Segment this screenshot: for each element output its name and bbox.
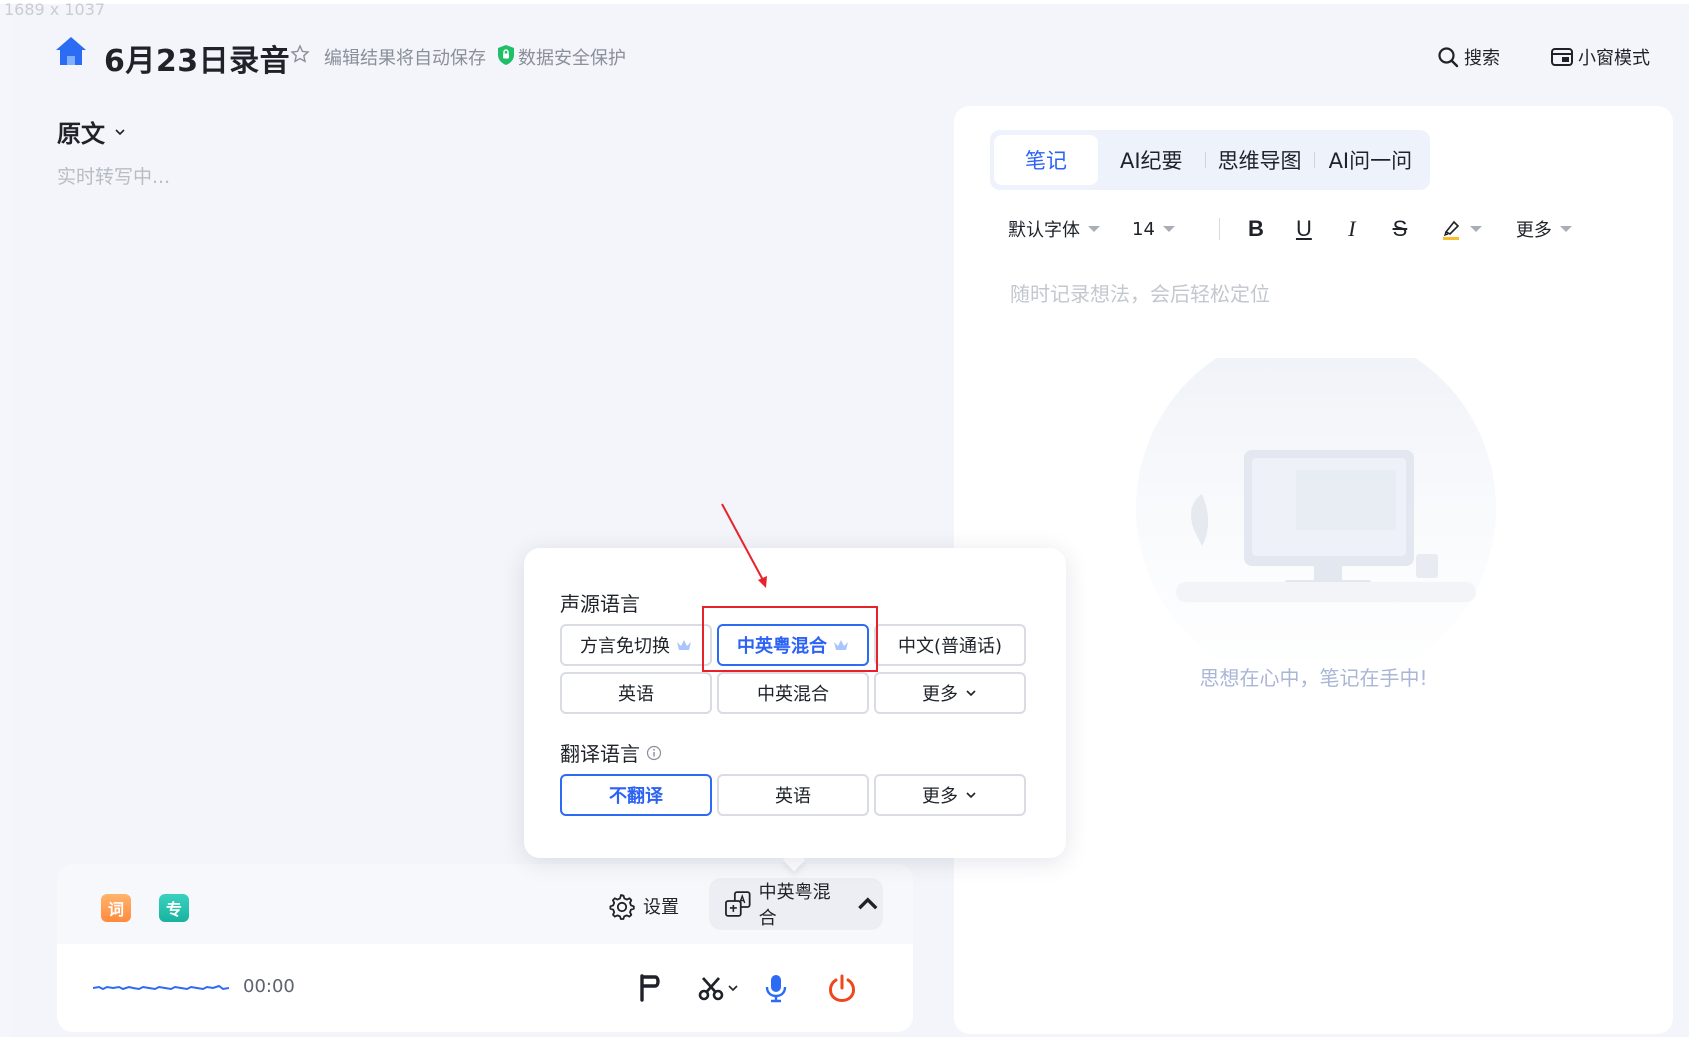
- source-language-label: 声源语言: [560, 592, 640, 616]
- autosave-text: 编辑结果将自动保存: [324, 48, 486, 69]
- font-size-select[interactable]: 14: [1132, 219, 1175, 240]
- microphone-icon: [765, 975, 787, 1003]
- stop-recording-button[interactable]: [827, 972, 857, 1004]
- option-label: 英语: [618, 684, 654, 705]
- strikethrough-button[interactable]: S: [1388, 216, 1412, 241]
- mini-window-button[interactable]: 小窗模式: [1550, 44, 1650, 70]
- font-family-value: 默认字体: [1008, 220, 1080, 241]
- power-icon: [828, 974, 856, 1003]
- chevron-down-icon: [966, 690, 976, 697]
- mini-window-label: 小窗模式: [1578, 48, 1650, 69]
- caret-down-icon: [1088, 226, 1100, 232]
- search-button[interactable]: 搜索: [1436, 44, 1500, 70]
- annotation-arrow: [721, 503, 767, 588]
- underline-button[interactable]: U: [1292, 216, 1316, 241]
- option-label: 更多: [922, 684, 958, 705]
- font-size-value: 14: [1132, 218, 1155, 240]
- highlight-button[interactable]: [1442, 218, 1482, 240]
- tab-ai-ask[interactable]: AI问一问: [1315, 135, 1427, 185]
- translate-icon: [725, 891, 751, 917]
- recording-bar: 00:00: [57, 944, 913, 1032]
- scissors-icon: [698, 977, 738, 1001]
- toolbar-divider: [1218, 218, 1220, 240]
- caret-down-icon: [1559, 226, 1572, 232]
- option-label: 方言免切换: [580, 636, 670, 657]
- source-option-dialect-auto[interactable]: 方言免切换: [560, 624, 712, 666]
- tab-mind-map[interactable]: 思维导图: [1206, 135, 1314, 185]
- transcribing-status: 实时转写中...: [57, 166, 171, 188]
- italic-button[interactable]: I: [1340, 216, 1364, 241]
- option-label: 不翻译: [609, 786, 663, 807]
- source-option-more[interactable]: 更多: [874, 672, 1026, 714]
- option-label: 英语: [775, 786, 811, 807]
- source-option-zh-en[interactable]: 中英混合: [717, 672, 869, 714]
- recording-control-panel: 词 专 设置 中英粤混合 00:00: [57, 864, 913, 1032]
- search-icon: [1438, 47, 1459, 68]
- option-label: 更多: [922, 786, 958, 807]
- crown-icon: [677, 640, 691, 650]
- window-icon: [1551, 48, 1573, 66]
- language-label: 中英粤混合: [758, 882, 831, 929]
- notes-placeholder[interactable]: 随时记录想法，会后轻松定位: [1010, 278, 1270, 307]
- tab-notes[interactable]: 笔记: [994, 135, 1098, 185]
- translate-language-label: 翻译语言: [560, 742, 640, 766]
- font-family-select[interactable]: 默认字体: [1008, 216, 1100, 242]
- language-popup: 声源语言 方言免切换 中英粤混合 中文(普通话) 英语 中英混合 更多 翻译语言…: [524, 548, 1066, 858]
- source-language-title: 声源语言: [560, 588, 640, 617]
- chevron-down-icon: [966, 792, 976, 799]
- flag-icon: [640, 974, 660, 1002]
- microphone-button[interactable]: [761, 972, 791, 1004]
- translate-option-more[interactable]: 更多: [874, 774, 1026, 816]
- computer-illustration: [1136, 358, 1496, 658]
- original-text-heading: 原文: [57, 120, 105, 148]
- settings-button[interactable]: 设置: [607, 892, 679, 920]
- search-label: 搜索: [1464, 48, 1500, 69]
- shield-icon: [498, 45, 514, 65]
- notes-tabbar: 笔记 AI纪要 思维导图 AI问一问: [990, 130, 1431, 190]
- more-label: 更多: [1515, 220, 1552, 241]
- more-button[interactable]: 更多: [1516, 216, 1572, 242]
- recording-timer: 00:00: [243, 976, 295, 997]
- highlighter-icon: [1442, 220, 1460, 240]
- home-icon[interactable]: [54, 34, 88, 68]
- tab-ai-summary[interactable]: AI纪要: [1098, 135, 1205, 185]
- chevron-down-icon: [115, 128, 125, 135]
- language-selector-button[interactable]: 中英粤混合: [709, 878, 883, 930]
- audio-waveform: [93, 984, 229, 991]
- settings-label: 设置: [643, 897, 679, 918]
- option-label: 中英混合: [757, 684, 829, 705]
- source-option-english[interactable]: 英语: [560, 672, 712, 714]
- option-label: 中文(普通话): [897, 636, 1003, 657]
- flag-button[interactable]: [635, 972, 665, 1004]
- translate-option-none[interactable]: 不翻译: [560, 774, 712, 816]
- scissors-button[interactable]: [697, 972, 743, 1004]
- page-title: 6月23日录音: [104, 44, 291, 79]
- security-text: 数据安全保护: [518, 48, 626, 69]
- hotword-badge[interactable]: 词: [101, 894, 131, 922]
- domain-badge[interactable]: 专: [159, 894, 189, 922]
- bold-button[interactable]: B: [1244, 216, 1268, 241]
- chevron-up-icon: [858, 897, 878, 910]
- dimension-watermark: 1689 x 1037: [4, 0, 106, 19]
- translate-language-title: 翻译语言: [560, 738, 662, 767]
- editor-toolbar: 默认字体 14 B U I S 更多: [1008, 216, 1572, 242]
- annotation-highlight-box: [702, 606, 878, 672]
- source-option-mandarin[interactable]: 中文(普通话): [874, 624, 1026, 666]
- original-text-dropdown[interactable]: 原文: [57, 114, 127, 149]
- caret-down-icon: [1469, 226, 1482, 232]
- caret-down-icon: [1162, 226, 1175, 232]
- translate-option-english[interactable]: 英语: [717, 774, 869, 816]
- gear-icon: [609, 894, 635, 920]
- info-icon[interactable]: [646, 745, 662, 761]
- star-icon[interactable]: [290, 44, 310, 64]
